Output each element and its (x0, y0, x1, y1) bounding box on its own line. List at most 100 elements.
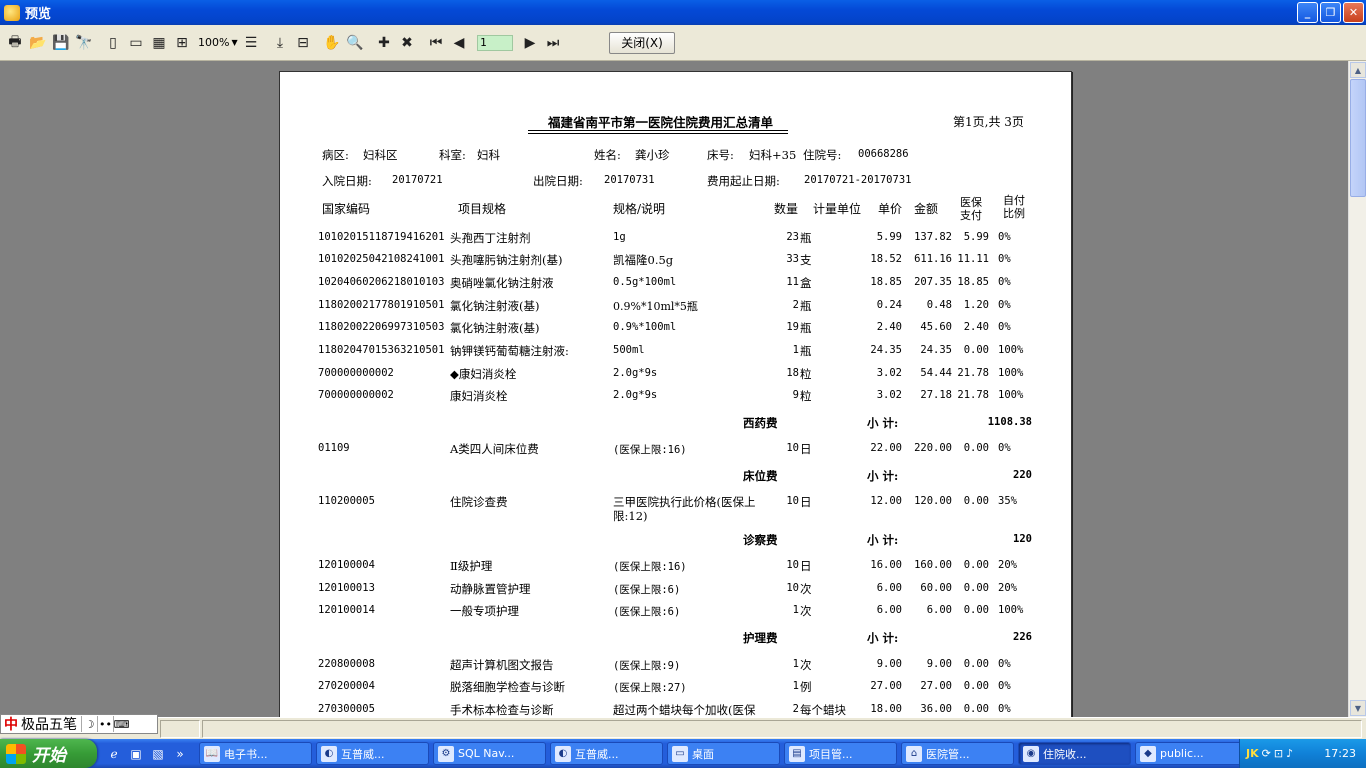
two-page-icon[interactable]: ▭ (125, 32, 147, 54)
taskbar-item[interactable]: ⌂ 医院管... (901, 742, 1014, 765)
close-window-button[interactable]: ✕ (1343, 2, 1364, 23)
status-cell (202, 720, 1362, 738)
cell-ratio: 20% (998, 582, 1017, 594)
app-quick-icon-2[interactable]: ▧ (149, 745, 167, 763)
taskbar-item[interactable]: ◐ 互普威... (316, 742, 429, 765)
header-price: 单价 (878, 202, 903, 216)
cell-qty: 1 (792, 658, 799, 670)
ime-toolbar[interactable]: 中 极品五笔 ☽ •• ⌨ (0, 714, 158, 734)
subtotal-category: 诊察费 (743, 533, 778, 547)
zoom-select[interactable]: 100% ▼ (194, 34, 240, 52)
header-amount: 金额 (914, 202, 939, 216)
scroll-up-icon[interactable]: ▲ (1350, 62, 1366, 78)
start-button[interactable]: 开始 (0, 739, 97, 768)
network-icon[interactable]: ⊡ (1274, 747, 1283, 760)
cell-price: 18.85 (870, 276, 902, 288)
restore-button[interactable]: ❐ (1320, 2, 1341, 23)
cell-unit: 每个蜡块 (800, 703, 846, 717)
admission-no-label: 住院号: (803, 148, 842, 162)
multi-page-icon[interactable]: ⊞ (171, 32, 193, 54)
moon-icon[interactable]: ☽ (81, 716, 97, 732)
print-icon[interactable]: 🖶 (4, 32, 26, 54)
taskbar: 开始 ℯ ▣ ▧ » 📖 电子书... ◐ 互普威... ⚙ SQL Nav..… (0, 739, 1366, 768)
taskbar-item-label: 电子书... (224, 747, 268, 761)
window-title-bar[interactable]: 预览 _ ❐ ✕ (0, 0, 1366, 25)
hospital-icon: ⌂ (906, 745, 922, 762)
page-width-icon[interactable]: ☰ (240, 32, 262, 54)
taskbar-item-label: 项目管... (809, 747, 853, 761)
four-page-icon[interactable]: ▦ (148, 32, 170, 54)
cell-amount: 160.00 (914, 559, 952, 571)
punctuation-icon[interactable]: •• (97, 716, 113, 732)
taskbar-item[interactable]: ◐ 互普威... (550, 742, 663, 765)
taskbar-item[interactable]: ◆ public... (1135, 742, 1248, 765)
taskbar-item-active[interactable]: ◉ 住院收... (1018, 742, 1131, 765)
keyboard-icon[interactable]: ⌨ (113, 716, 129, 732)
more-chevron-icon[interactable]: » (171, 745, 189, 763)
cell-ratio: 0% (998, 299, 1011, 311)
taskbar-item[interactable]: 📖 电子书... (199, 742, 312, 765)
cell-unit: 日 (800, 442, 812, 456)
cell-insurance: 0.00 (963, 680, 989, 692)
taskbar-item[interactable]: ▭ 桌面 (667, 742, 780, 765)
minimize-button[interactable]: _ (1297, 2, 1318, 23)
cell-qty: 2 (792, 299, 799, 311)
desktop-icon: ▭ (672, 745, 688, 762)
volume-icon[interactable]: ♪ (1286, 747, 1293, 760)
save-icon[interactable]: 💾 (50, 32, 72, 54)
single-page-icon[interactable]: ▯ (102, 32, 124, 54)
cell-spec: 1g (613, 231, 626, 243)
subtotal-label: 小 计: (867, 631, 899, 645)
prev-page-icon[interactable]: ◀ (448, 32, 470, 54)
admission-no-value: 00668286 (858, 148, 909, 160)
zoom-in-icon[interactable]: 🔍 (344, 32, 366, 54)
scroll-down-icon[interactable]: ▼ (1350, 700, 1366, 716)
taskbar-item[interactable]: ▤ 项目管... (784, 742, 897, 765)
preview-viewport[interactable]: 福建省南平市第一医院住院费用汇总清单 第1页,共 3页 病区: 妇科区 科室: … (0, 61, 1348, 717)
ime-name[interactable]: 极品五笔 (21, 714, 77, 734)
taskbar-item[interactable]: ⚙ SQL Nav... (433, 742, 546, 765)
page-number-input[interactable]: 1 (477, 34, 513, 51)
export-icon[interactable]: ⤓ (269, 32, 291, 54)
cell-code: 700000000002 (318, 367, 394, 379)
first-page-icon[interactable]: ⏮ (425, 32, 447, 54)
sync-icon[interactable]: ⟳ (1262, 747, 1271, 760)
cell-ratio: 100% (998, 367, 1024, 379)
app-icon: ◐ (555, 745, 571, 762)
vertical-scrollbar[interactable]: ▲ ▼ (1348, 61, 1366, 717)
title-underline (528, 130, 788, 131)
tray-brand[interactable]: JK (1246, 747, 1259, 760)
cell-ratio: 100% (998, 604, 1024, 616)
cell-code: 220800008 (318, 658, 375, 670)
app-quick-icon[interactable]: ▣ (127, 745, 145, 763)
discharge-date-label: 出院日期: (533, 174, 583, 188)
header-unit: 计量单位 (813, 202, 862, 216)
cell-amount: 24.35 (920, 344, 952, 356)
cell-ratio: 0% (998, 231, 1011, 243)
cell-price: 27.00 (870, 680, 902, 692)
outline-icon[interactable]: ⊟ (292, 32, 314, 54)
cell-unit: 瓶 (800, 299, 812, 313)
cell-ratio: 35% (998, 495, 1017, 507)
scroll-thumb[interactable] (1350, 79, 1366, 197)
close-preview-button[interactable]: 关闭(X) (609, 31, 675, 54)
ime-logo[interactable]: 中 (1, 714, 21, 734)
fee-period-label: 费用起止日期: (707, 174, 780, 188)
delete-icon[interactable]: ✖ (396, 32, 418, 54)
hand-icon[interactable]: ✋ (321, 32, 343, 54)
window-title: 预览 (25, 7, 52, 22)
cell-spec: (医保上限:6) (613, 606, 681, 618)
cell-amount: 0.48 (926, 299, 952, 311)
cell-qty: 9 (792, 389, 799, 401)
ie-icon[interactable]: ℯ (105, 745, 123, 763)
cell-amount: 137.82 (914, 231, 952, 243)
open-icon[interactable]: 📂 (27, 32, 49, 54)
find-icon[interactable]: 🔭 (73, 32, 95, 54)
cell-unit: 瓶 (800, 321, 812, 335)
next-page-icon[interactable]: ▶ (519, 32, 541, 54)
cell-amount: 60.00 (920, 582, 952, 594)
new-icon[interactable]: ✚ (373, 32, 395, 54)
clock[interactable]: 17:23 (1324, 747, 1356, 760)
cell-insurance: 1.20 (963, 299, 989, 311)
last-page-icon[interactable]: ⏭ (542, 32, 564, 54)
